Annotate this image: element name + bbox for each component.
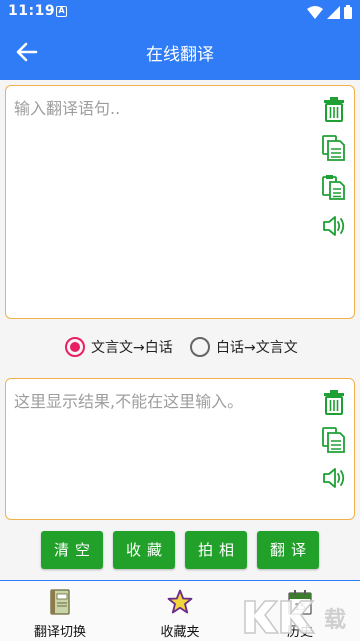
radio-unselected-icon [190, 337, 210, 357]
nav-history[interactable]: 15 历史 [255, 589, 345, 640]
wifi-icon [307, 5, 323, 19]
clear-button[interactable]: 清空 [41, 531, 103, 569]
speaker-icon[interactable] [322, 213, 346, 239]
result-actions [322, 389, 346, 491]
mode-label: 白话→文言文 [216, 340, 298, 356]
result-placeholder: 这里显示结果,不能在这里输入。 [14, 392, 244, 411]
status-indicators [307, 5, 352, 19]
mode-vernacular-to-classical[interactable]: 白话→文言文 [190, 337, 298, 357]
battery-icon [344, 5, 352, 19]
star-icon [167, 589, 193, 614]
nav-favorites[interactable]: 收藏夹 [135, 589, 225, 640]
translate-button[interactable]: 翻译 [257, 531, 319, 569]
input-placeholder: 输入翻译语句.. [14, 99, 121, 118]
page-title: 在线翻译 [146, 45, 214, 65]
nav-label: 历史 [286, 625, 313, 640]
translation-input[interactable]: 输入翻译语句.. [5, 85, 355, 319]
calendar-day: 15 [294, 603, 305, 613]
book-icon [50, 589, 70, 615]
speaker-icon[interactable] [322, 465, 346, 491]
nav-translate-switch[interactable]: 翻译切换 [15, 589, 105, 640]
translation-mode: 文言文→白话 白话→文言文 [0, 337, 360, 361]
calendar-icon: 15 [288, 590, 312, 615]
bottom-nav: 翻译切换 收藏夹 15 历史 [0, 580, 360, 641]
signal-icon [327, 5, 340, 19]
favorite-button[interactable]: 收藏 [113, 531, 175, 569]
nav-label: 收藏夹 [160, 625, 200, 640]
copy-icon[interactable] [322, 135, 346, 161]
nav-label: 翻译切换 [33, 625, 86, 640]
app-bar: 在线翻译 [0, 24, 360, 80]
notification-icon: A [56, 6, 67, 17]
status-bar: 11:19 A [0, 0, 360, 24]
status-time: 11:19 [8, 3, 56, 19]
copy-icon[interactable] [322, 427, 346, 453]
translation-result: 这里显示结果,不能在这里输入。 [5, 378, 355, 520]
trash-icon[interactable] [322, 96, 346, 122]
mode-classical-to-vernacular[interactable]: 文言文→白话 [65, 337, 173, 357]
input-actions [322, 96, 346, 239]
mode-label: 文言文→白话 [91, 340, 173, 356]
paste-icon[interactable] [322, 174, 346, 200]
trash-icon[interactable] [322, 389, 346, 415]
photo-button[interactable]: 拍相 [185, 531, 247, 569]
radio-selected-icon [65, 337, 85, 357]
